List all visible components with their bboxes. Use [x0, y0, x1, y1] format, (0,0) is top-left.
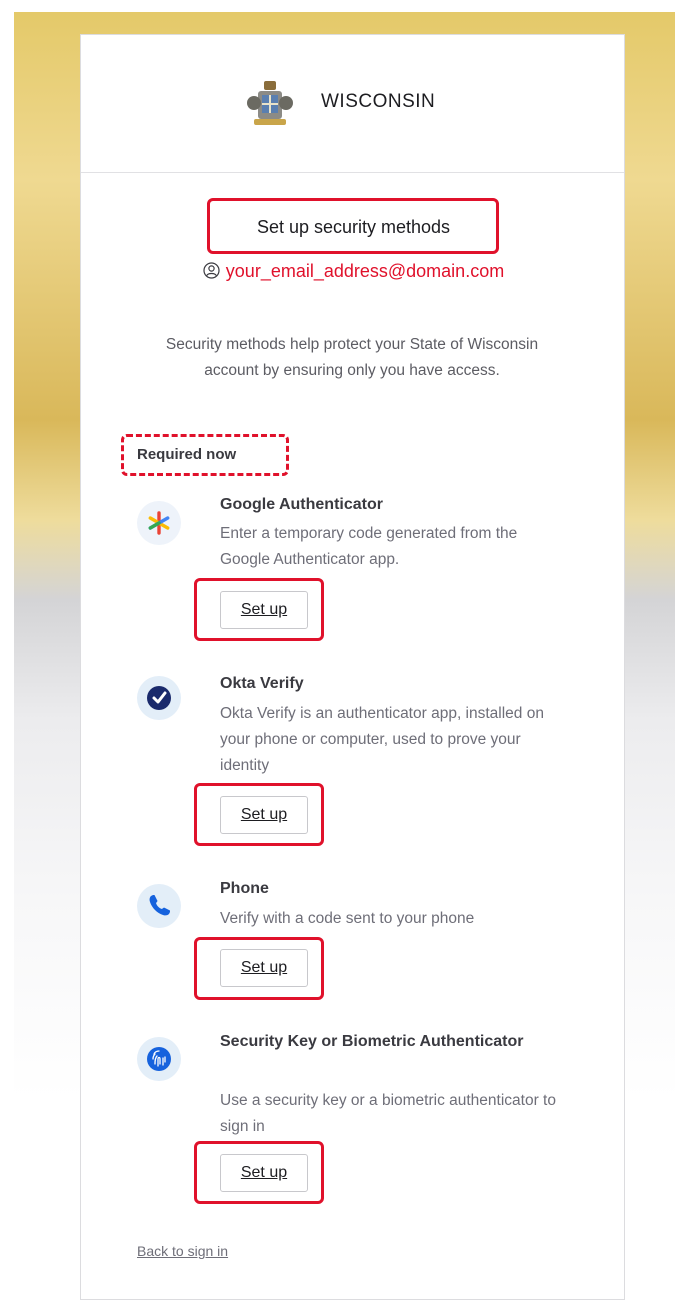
- google-authenticator-icon: [137, 501, 181, 545]
- method-desc-okta: Okta Verify is an authenticator app, ins…: [220, 705, 544, 774]
- background-strip: [0, 12, 14, 1312]
- method-desc-google: Enter a temporary code generated from th…: [220, 525, 518, 568]
- setup-card: WISCONSIN Set up security methods your_e…: [80, 34, 625, 1300]
- method-desc-phone: Verify with a code sent to your phone: [220, 910, 475, 927]
- method-title-phone: Phone: [220, 880, 269, 897]
- user-email: your_email_address@domain.com: [225, 261, 505, 281]
- back-to-sign-in-link[interactable]: Back to sign in: [137, 1243, 228, 1259]
- brand-name: WISCONSIN: [321, 91, 436, 112]
- method-title-okta: Okta Verify: [220, 675, 304, 692]
- card-header: WISCONSIN: [81, 35, 624, 173]
- method-title-google: Google Authenticator: [220, 496, 383, 513]
- page-title: Set up security methods: [256, 217, 451, 237]
- setup-button-security-key[interactable]: Set up: [220, 1154, 308, 1192]
- section-label: Required now: [137, 446, 237, 463]
- setup-button-google[interactable]: Set up: [220, 591, 308, 629]
- user-identifier: your_email_address@domain.com: [81, 261, 626, 282]
- okta-verify-icon: [137, 676, 181, 720]
- state-seal-icon: [247, 81, 293, 125]
- page-description: Security methods help protect your State…: [165, 336, 539, 379]
- method-title-security-key: Security Key or Biometric Authenticator: [220, 1033, 524, 1050]
- user-circle-icon: [203, 262, 220, 279]
- phone-icon: [137, 884, 181, 928]
- method-desc-security-key: Use a security key or a biometric authen…: [220, 1092, 556, 1135]
- setup-button-phone[interactable]: Set up: [220, 949, 308, 987]
- security-key-icon: [137, 1037, 181, 1081]
- setup-button-okta[interactable]: Set up: [220, 796, 308, 834]
